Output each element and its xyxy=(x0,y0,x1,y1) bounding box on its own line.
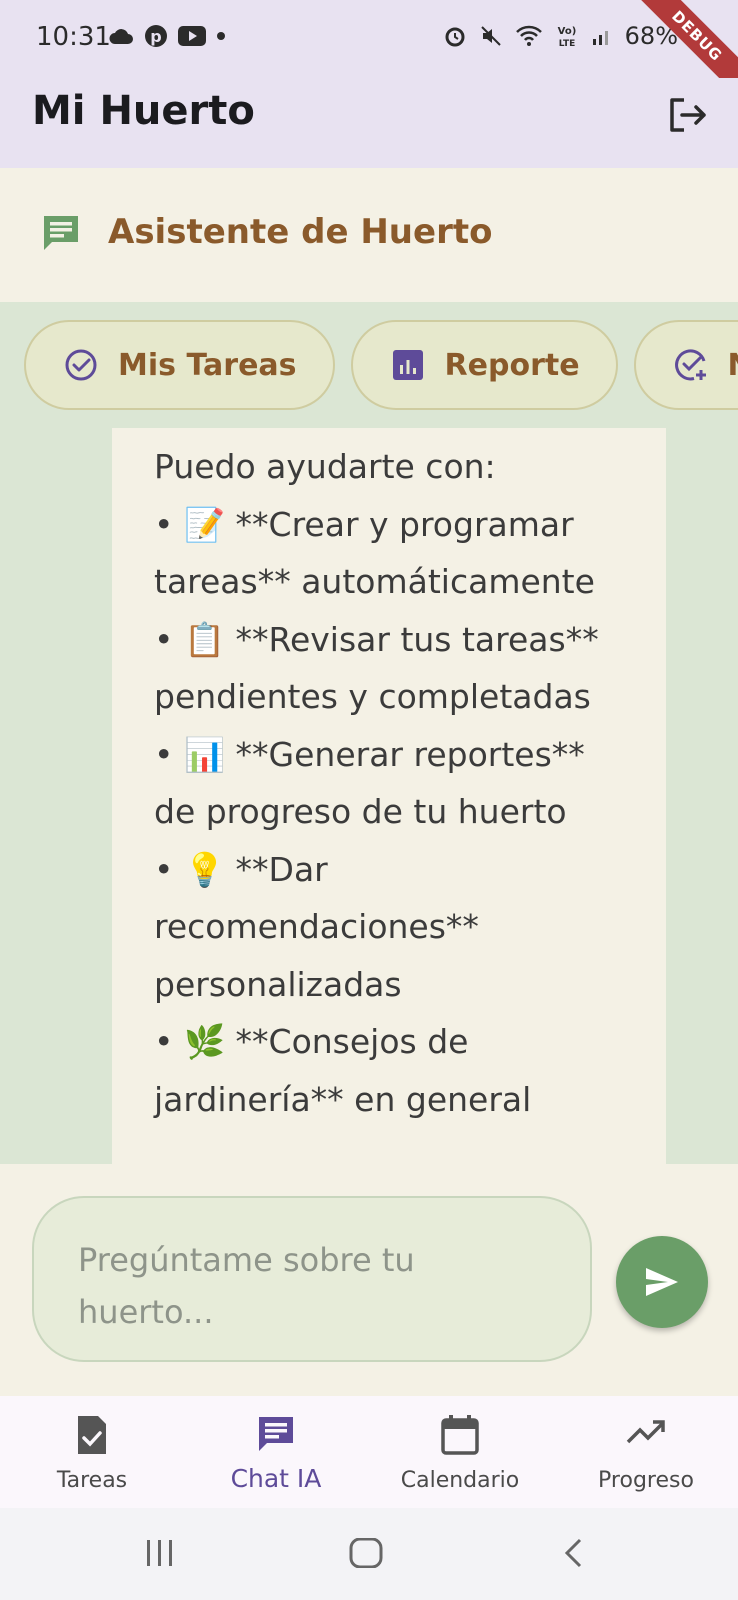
message-line: personalizadas xyxy=(154,964,402,1004)
logout-icon xyxy=(670,98,706,132)
input-placeholder-line: Pregúntame sobre tu xyxy=(78,1241,415,1279)
send-icon xyxy=(646,1268,678,1296)
volte-icon: Vo) LTE xyxy=(557,26,576,49)
message-line: de progreso de tu huerto xyxy=(154,792,567,831)
logout-button[interactable] xyxy=(664,92,710,138)
nav-item-tareas[interactable]: Tareas xyxy=(0,1396,184,1508)
chat-icon xyxy=(44,216,78,250)
svg-text:p: p xyxy=(150,27,161,46)
bar-chart-icon xyxy=(392,350,423,380)
quick-action-nueva[interactable]: Nu xyxy=(633,320,738,410)
chip-label: Reporte xyxy=(444,347,580,383)
message-line: • 📊 **Generar reportes** xyxy=(154,734,585,774)
nav-label: Progreso xyxy=(598,1468,694,1493)
quick-actions: Mis Tareas Reporte Nu xyxy=(24,320,738,410)
chat-icon xyxy=(259,1417,293,1451)
trending-up-icon xyxy=(626,1420,665,1444)
assistant-message: Puedo ayudarte con: • 📝 **Crear y progra… xyxy=(112,428,666,1164)
alarm-icon xyxy=(445,27,465,47)
message-line: recomendaciones** xyxy=(154,907,479,946)
system-nav-bar xyxy=(0,1508,738,1600)
cloud-icon xyxy=(109,29,133,44)
quick-action-reporte[interactable]: Reporte xyxy=(350,320,618,410)
message-line: tareas** automáticamente xyxy=(154,562,595,601)
nav-item-chat-ia[interactable]: Chat IA xyxy=(184,1396,368,1508)
nav-label: Chat IA xyxy=(230,1464,322,1493)
svg-text:LTE: LTE xyxy=(558,39,575,49)
signal-icon xyxy=(592,31,608,45)
nav-item-progreso[interactable]: Progreso xyxy=(554,1396,738,1508)
add-task-icon xyxy=(674,349,706,381)
send-button[interactable] xyxy=(616,1236,708,1328)
input-placeholder-line: huerto... xyxy=(78,1293,214,1331)
chat-area[interactable]: Mis Tareas Reporte Nu Puedo ayudarte con… xyxy=(0,302,738,1164)
nav-item-calendario[interactable]: Calendario xyxy=(368,1396,552,1508)
page-title: Mi Huerto xyxy=(32,88,255,134)
dot-icon xyxy=(217,32,225,40)
pinterest-icon: p xyxy=(145,25,167,47)
svg-text:Vo): Vo) xyxy=(557,26,576,37)
message-line: pendientes y completadas xyxy=(154,677,591,716)
youtube-icon xyxy=(178,26,206,46)
chip-label: Nu xyxy=(728,348,738,383)
message-line: Puedo ayudarte con: xyxy=(154,447,496,486)
check-circle-icon xyxy=(65,349,97,381)
mute-icon xyxy=(480,26,501,46)
assistant-header: Asistente de Huerto xyxy=(0,168,738,302)
app-bar: Mi Huerto xyxy=(0,78,738,168)
calendar-icon xyxy=(441,1415,479,1455)
message-line: • 🌿 **Consejos de xyxy=(154,1022,469,1061)
quick-action-mis-tareas[interactable]: Mis Tareas xyxy=(24,320,335,410)
input-area: Pregúntame sobre tu huerto... xyxy=(0,1164,738,1396)
wifi-icon xyxy=(515,25,542,46)
task-icon xyxy=(78,1416,106,1454)
home-icon[interactable] xyxy=(349,1538,383,1568)
message-line: • 📝 **Crear y programar xyxy=(154,504,574,544)
recent-apps-icon[interactable] xyxy=(144,1538,176,1568)
message-line: • 📋 **Revisar tus tareas** xyxy=(154,619,599,659)
status-time: 10:31 xyxy=(36,22,111,52)
status-bar: 10:31 p Vo) LTE 68% DEBUG xyxy=(0,0,738,114)
back-icon[interactable] xyxy=(562,1538,584,1568)
assistant-title: Asistente de Huerto xyxy=(108,212,493,252)
chat-input[interactable]: Pregúntame sobre tu huerto... xyxy=(32,1196,592,1362)
message-line: • 💡 **Dar xyxy=(154,849,328,889)
message-line: jardinería** en general xyxy=(154,1079,532,1119)
chip-label: Mis Tareas xyxy=(118,347,297,383)
nav-label: Calendario xyxy=(400,1468,520,1493)
nav-label: Tareas xyxy=(56,1468,128,1493)
bottom-nav: Tareas Chat IA Calendario Progreso xyxy=(0,1396,738,1508)
